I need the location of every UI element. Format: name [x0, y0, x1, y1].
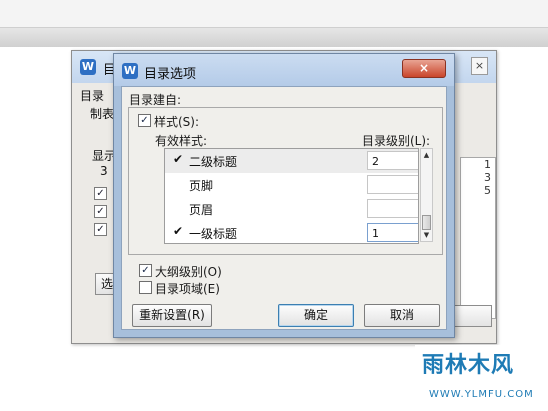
- style-name: 页脚: [189, 179, 214, 193]
- dialog-titlebar: W 目录选项 ×: [114, 54, 454, 86]
- level-input[interactable]: 1: [367, 223, 418, 242]
- preview-value: 3: [484, 171, 491, 184]
- preview-value: 5: [484, 184, 491, 197]
- watermark-logo: 雨林木风 WWW.YLMFU.COM: [415, 345, 548, 411]
- toc-options-dialog: W 目录选项 × 目录建自: ✓ 样式(S): 有效样式: 目录级别(L): ✔…: [113, 53, 455, 338]
- styles-checkbox-label: 样式(S):: [154, 115, 200, 129]
- styles-column-header: 有效样式:: [155, 134, 208, 148]
- wps-app-icon: W: [122, 63, 138, 79]
- background-ok-button[interactable]: [452, 305, 492, 327]
- scroll-down-arrow-icon[interactable]: ▼: [421, 229, 432, 241]
- close-icon[interactable]: ×: [402, 59, 446, 78]
- dialog-body: 目录建自: ✓ 样式(S): 有效样式: 目录级别(L): ✔ 二级标题 2 页…: [121, 86, 447, 330]
- list-scrollbar[interactable]: ▲ ▼: [420, 148, 433, 242]
- style-row-heading1[interactable]: ✔ 一级标题 1: [165, 221, 418, 243]
- style-row-heading2[interactable]: ✔ 二级标题 2: [165, 149, 418, 173]
- style-name: 页眉: [189, 203, 214, 217]
- ok-button[interactable]: 确定: [278, 304, 354, 327]
- wps-app-icon: W: [80, 59, 96, 75]
- background-label: 目录: [80, 89, 105, 103]
- styles-list: ✔ 二级标题 2 页脚 页眉 ✔ 一级标题 1: [164, 148, 419, 244]
- toc-fields-label: 目录项域(E): [155, 282, 220, 296]
- preview-value: 1: [484, 158, 491, 171]
- level-input[interactable]: 2: [367, 151, 418, 170]
- style-name: 一级标题: [189, 227, 238, 241]
- level-input[interactable]: [367, 175, 418, 194]
- background-checkbox[interactable]: ✓: [94, 223, 107, 236]
- style-name: 二级标题: [189, 155, 238, 169]
- background-label: 3: [100, 164, 108, 178]
- background-checkbox[interactable]: ✓: [94, 205, 107, 218]
- toc-fields-checkbox[interactable]: [139, 281, 152, 294]
- styles-checkbox[interactable]: ✓: [138, 114, 151, 127]
- toolbar-strip: [0, 27, 548, 48]
- group-label: 目录建自:: [129, 93, 182, 107]
- watermark-url: WWW.YLMFU.COM: [429, 389, 534, 400]
- style-row-header[interactable]: 页眉: [165, 197, 418, 221]
- background-checkbox[interactable]: ✓: [94, 187, 107, 200]
- check-icon: ✔: [173, 224, 184, 238]
- dialog-title: 目录选项: [144, 67, 197, 82]
- scroll-up-arrow-icon[interactable]: ▲: [421, 149, 432, 161]
- level-column-header: 目录级别(L):: [362, 134, 431, 148]
- check-icon: ✔: [173, 152, 184, 166]
- reset-button[interactable]: 重新设置(R): [132, 304, 212, 327]
- app-top-area: [0, 0, 548, 27]
- level-input[interactable]: [367, 199, 418, 218]
- background-preview: 1 3 5: [460, 157, 496, 319]
- outline-level-checkbox[interactable]: ✓: [139, 264, 152, 277]
- style-row-footer[interactable]: 页脚: [165, 173, 418, 197]
- background-close-icon[interactable]: ×: [471, 57, 488, 75]
- outline-level-label: 大纲级别(O): [155, 265, 222, 279]
- watermark-text: 雨林木风: [422, 353, 515, 378]
- scroll-thumb[interactable]: [422, 215, 431, 230]
- cancel-button[interactable]: 取消: [364, 304, 440, 327]
- build-from-group: ✓ 样式(S): 有效样式: 目录级别(L): ✔ 二级标题 2 页脚 页眉 ✔…: [128, 107, 443, 255]
- background-label: 制表: [90, 107, 115, 121]
